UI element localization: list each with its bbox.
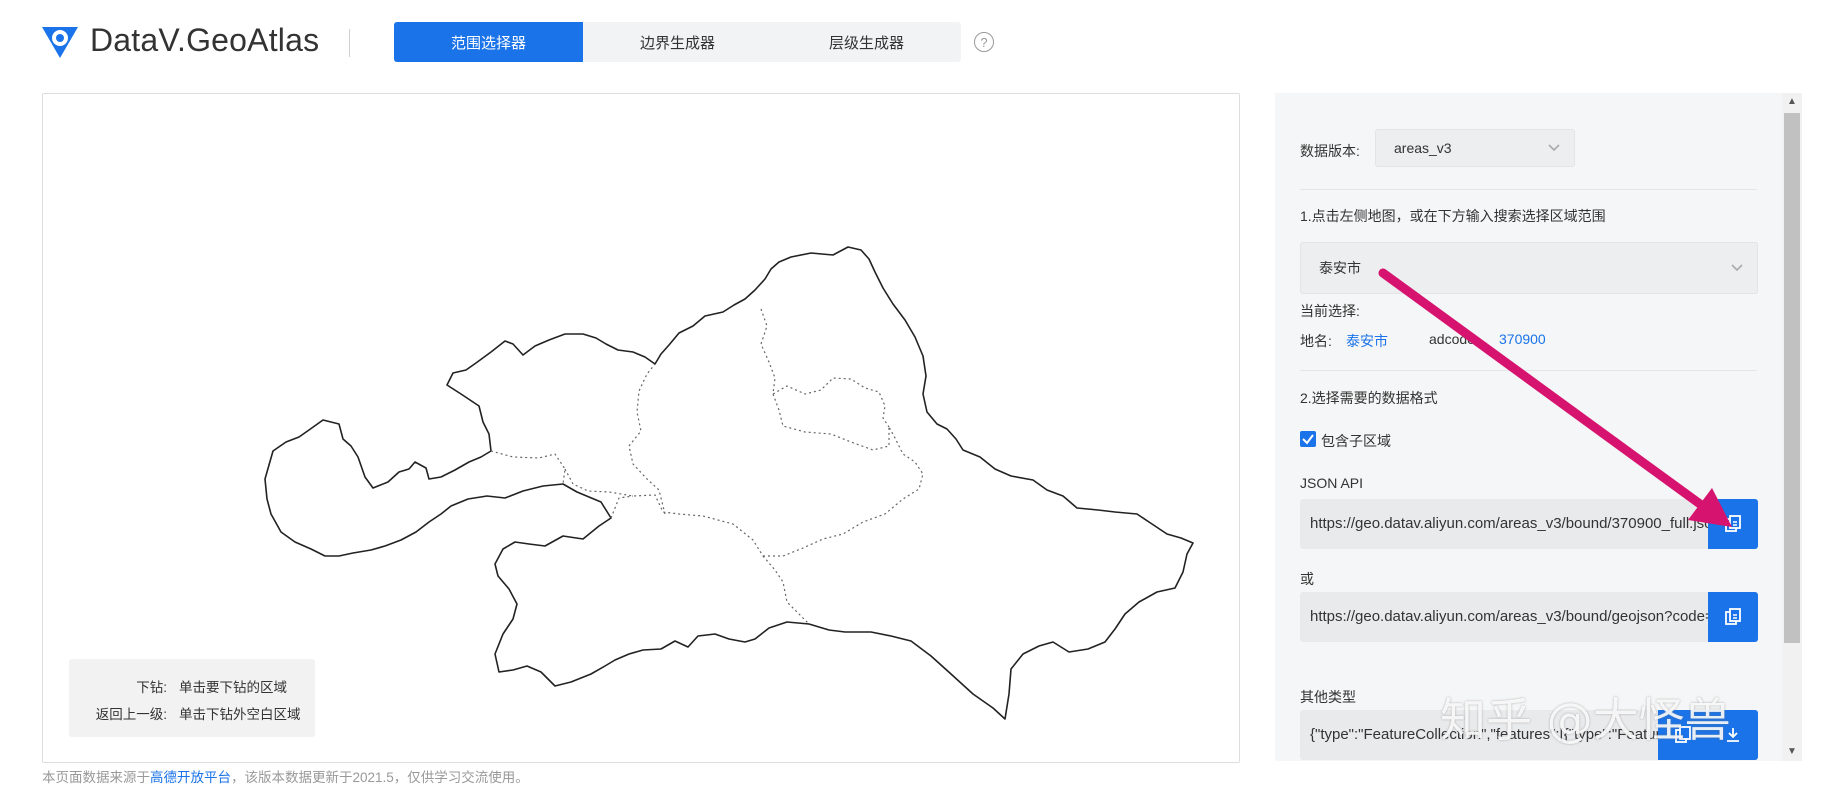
logo[interactable]: DataV.GeoAtlas xyxy=(40,20,319,60)
copy-icon xyxy=(1725,515,1741,532)
place-name-value[interactable]: 泰安市 xyxy=(1346,331,1388,351)
footer-prefix: 本页面数据来源于 xyxy=(42,770,150,785)
legend-drill-value: 单击要下钻的区域 xyxy=(179,680,287,695)
chevron-down-icon xyxy=(1731,264,1743,272)
legend-back-value: 单击下钻外空白区域 xyxy=(179,707,301,722)
download-icon xyxy=(1727,728,1739,742)
place-name-label: 地名: xyxy=(1300,333,1332,349)
checkmark-icon xyxy=(1302,434,1314,445)
other-types-field[interactable]: {"type":"FeatureCollection","features":[… xyxy=(1300,710,1758,760)
header-divider xyxy=(349,29,350,57)
tab-level-generator[interactable]: 层级生成器 xyxy=(772,22,961,62)
version-label: 数据版本: xyxy=(1300,143,1360,159)
json-api-url[interactable]: https://geo.datav.aliyun.com/areas_v3/bo… xyxy=(1310,499,1708,549)
help-icon[interactable]: ? xyxy=(974,32,994,52)
datav-logo-icon xyxy=(42,27,78,58)
adcode-label: adcode: xyxy=(1429,331,1479,347)
other-types-value[interactable]: {"type":"FeatureCollection","features":[… xyxy=(1310,710,1660,760)
version-select[interactable]: areas_v3 xyxy=(1375,129,1575,167)
scroll-down-icon[interactable]: ▼ xyxy=(1782,743,1802,761)
scroll-up-icon[interactable]: ▲ xyxy=(1782,93,1802,111)
copy-other-button[interactable] xyxy=(1658,710,1708,760)
region-select-value: 泰安市 xyxy=(1319,260,1361,276)
include-subregions-label[interactable]: 包含子区域 xyxy=(1321,431,1391,451)
divider xyxy=(1300,189,1757,190)
tab-range-selector[interactable]: 范围选择器 xyxy=(394,22,583,62)
legend-back-key: 返回上一级: xyxy=(95,707,167,722)
download-other-button[interactable] xyxy=(1708,710,1758,760)
settings-panel: 数据版本: areas_v3 1.点击左侧地图，或在下方输入搜索选择区域范围 泰… xyxy=(1275,93,1782,761)
map-legend: 下钻: 单击要下钻的区域 返回上一级: 单击下钻外空白区域 xyxy=(69,659,315,737)
legend-back-row: 返回上一级: 单击下钻外空白区域 xyxy=(69,703,315,723)
panel-scrollbar[interactable]: ▲ ▼ xyxy=(1782,93,1802,761)
footer-suffix: ，该版本数据更新于2021.5，仅供学习交流使用。 xyxy=(231,770,529,785)
region-search-select[interactable]: 泰安市 xyxy=(1300,242,1758,294)
chevron-down-icon xyxy=(1548,144,1560,152)
tool-tabs: 范围选择器 边界生成器 层级生成器 xyxy=(394,22,961,62)
copy-geojson-button[interactable] xyxy=(1708,592,1758,642)
copy-json-api-button[interactable] xyxy=(1708,499,1758,549)
current-selection-label: 当前选择: xyxy=(1300,303,1360,319)
scrollbar-thumb[interactable] xyxy=(1784,113,1800,643)
logo-text: DataV.GeoAtlas xyxy=(90,21,320,58)
copy-icon xyxy=(1675,726,1691,743)
map-canvas[interactable]: 下钻: 单击要下钻的区域 返回上一级: 单击下钻外空白区域 xyxy=(42,93,1240,763)
city-outline xyxy=(264,246,1194,720)
divider xyxy=(1300,370,1757,371)
footer-source-link[interactable]: 高德开放平台 xyxy=(150,770,231,785)
version-select-value: areas_v3 xyxy=(1394,140,1452,156)
or-label: 或 xyxy=(1300,571,1314,587)
other-types-label: 其他类型 xyxy=(1300,689,1356,705)
tab-boundary-generator[interactable]: 边界生成器 xyxy=(583,22,772,62)
step1-label: 1.点击左侧地图，或在下方输入搜索选择区域范围 xyxy=(1300,208,1606,224)
json-api-label: JSON API xyxy=(1300,475,1364,491)
geojson-field[interactable]: https://geo.datav.aliyun.com/areas_v3/bo… xyxy=(1300,592,1758,642)
legend-drill-row: 下钻: 单击要下钻的区域 xyxy=(69,676,315,696)
footer-note: 本页面数据来源于高德开放平台，该版本数据更新于2021.5，仅供学习交流使用。 xyxy=(42,766,529,786)
include-subregions-checkbox[interactable] xyxy=(1300,431,1316,447)
geojson-url[interactable]: https://geo.datav.aliyun.com/areas_v3/bo… xyxy=(1310,592,1708,642)
legend-drill-key: 下钻: xyxy=(136,680,167,695)
adcode-value[interactable]: 370900 xyxy=(1499,331,1546,347)
json-api-field[interactable]: https://geo.datav.aliyun.com/areas_v3/bo… xyxy=(1300,499,1758,549)
copy-icon xyxy=(1725,608,1741,625)
step2-label: 2.选择需要的数据格式 xyxy=(1300,390,1438,406)
